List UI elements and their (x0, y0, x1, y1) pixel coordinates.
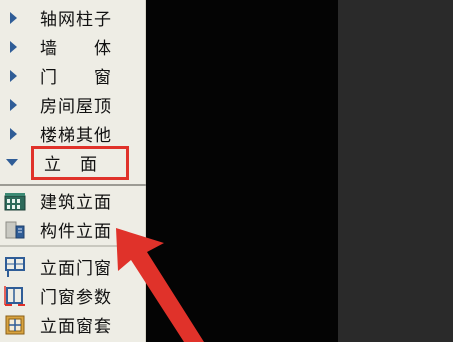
annotation-arrow-icon (116, 228, 204, 342)
